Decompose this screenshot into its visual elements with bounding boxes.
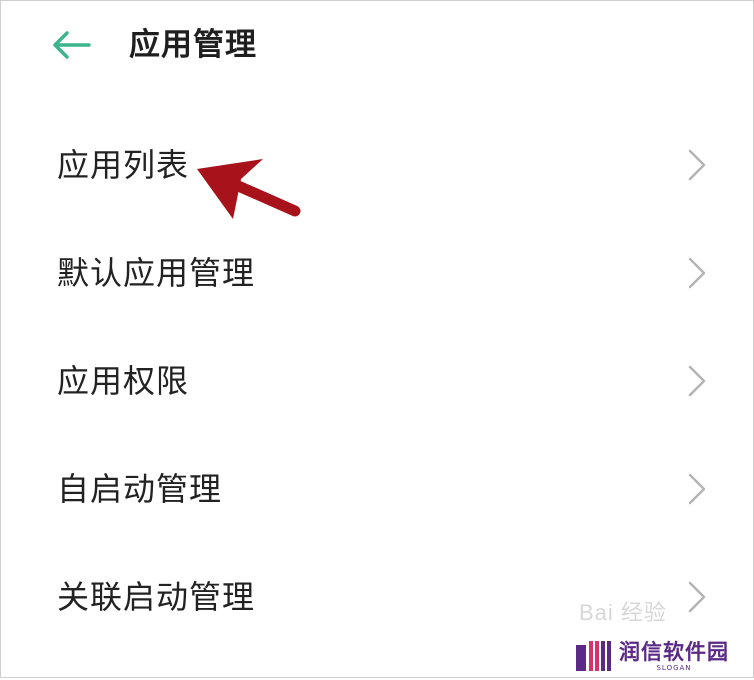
menu-item-label: 应用列表 — [57, 146, 190, 184]
chevron-right-icon — [688, 149, 706, 181]
chevron-right-icon — [688, 581, 706, 613]
watermark-text: Bai 经验 — [579, 600, 667, 625]
chevron-right-icon — [688, 365, 706, 397]
logo-text: 润信软件园 — [619, 639, 729, 664]
header-bar: 应用管理 — [1, 1, 753, 93]
app-management-screen: 应用管理 应用列表 默认应用管理 应用权限 自启动管理 关联启动管理 Bai 经… — [0, 0, 754, 678]
menu-item-label: 默认应用管理 — [57, 254, 256, 292]
menu-item-default-apps[interactable]: 默认应用管理 — [1, 219, 753, 327]
logo-mark-icon — [576, 641, 611, 671]
menu-list: 应用列表 默认应用管理 应用权限 自启动管理 关联启动管理 — [1, 111, 753, 651]
arrow-left-icon — [53, 31, 91, 59]
menu-item-app-list[interactable]: 应用列表 — [1, 111, 753, 219]
page-title: 应用管理 — [129, 27, 257, 63]
menu-item-app-permissions[interactable]: 应用权限 — [1, 327, 753, 435]
menu-item-autostart[interactable]: 自启动管理 — [1, 435, 753, 543]
chevron-right-icon — [688, 473, 706, 505]
menu-item-label: 自启动管理 — [57, 470, 223, 508]
logo-text-group: 润信软件园 SLOGAN — [619, 640, 729, 673]
menu-item-label: 关联启动管理 — [57, 578, 256, 616]
watermark-logo: 润信软件园 SLOGAN — [575, 635, 747, 677]
menu-item-label: 应用权限 — [57, 362, 190, 400]
chevron-right-icon — [688, 257, 706, 289]
back-button[interactable] — [45, 23, 97, 67]
logo-slogan: SLOGAN — [656, 663, 692, 672]
